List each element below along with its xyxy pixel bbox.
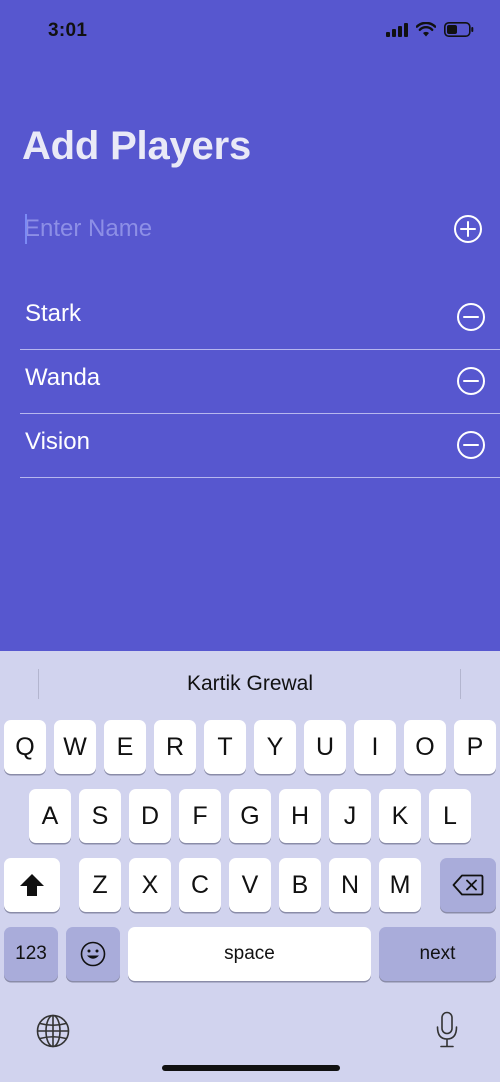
key-g[interactable]: G <box>229 789 271 843</box>
player-name: Stark <box>25 300 82 327</box>
status-time: 3:01 <box>48 20 88 41</box>
key-n[interactable]: N <box>329 858 371 912</box>
key-p[interactable]: P <box>454 720 496 774</box>
text-cursor <box>25 214 27 244</box>
status-icons <box>386 22 474 37</box>
home-indicator[interactable] <box>162 1065 340 1071</box>
key-v[interactable]: V <box>229 858 271 912</box>
player-name: Vision <box>25 428 90 455</box>
key-h[interactable]: H <box>279 789 321 843</box>
globe-icon[interactable] <box>36 1014 70 1048</box>
key-t[interactable]: T <box>204 720 246 774</box>
status-bar: 3:01 <box>0 0 500 60</box>
shift-key[interactable] <box>4 858 60 912</box>
key-d[interactable]: D <box>129 789 171 843</box>
key-s[interactable]: S <box>79 789 121 843</box>
key-m[interactable]: M <box>379 858 421 912</box>
emoji-key[interactable] <box>66 927 120 981</box>
key-y[interactable]: Y <box>254 720 296 774</box>
player-row: Wanda <box>20 350 500 414</box>
battery-icon <box>444 22 474 37</box>
key-j[interactable]: J <box>329 789 371 843</box>
key-r[interactable]: R <box>154 720 196 774</box>
player-name: Wanda <box>25 364 101 391</box>
key-f[interactable]: F <box>179 789 221 843</box>
minus-circle-icon[interactable] <box>456 430 486 460</box>
key-u[interactable]: U <box>304 720 346 774</box>
key-q[interactable]: Q <box>4 720 46 774</box>
key-z[interactable]: Z <box>79 858 121 912</box>
shift-icon <box>20 874 44 896</box>
player-row: Vision <box>20 414 500 478</box>
key-o[interactable]: O <box>404 720 446 774</box>
key-w[interactable]: W <box>54 720 96 774</box>
page-title: Add Players <box>22 124 252 168</box>
suggestion-item[interactable]: Kartik Grewal <box>0 672 500 696</box>
suggestion-bar: Kartik Grewal <box>0 651 500 717</box>
keyboard: Kartik Grewal Q W E R T Y U I O P A S D … <box>0 651 500 1082</box>
player-row: Stark <box>20 286 500 350</box>
signal-icon <box>386 22 408 37</box>
name-input[interactable] <box>24 210 424 248</box>
key-e[interactable]: E <box>104 720 146 774</box>
space-key[interactable]: space <box>128 927 371 981</box>
key-x[interactable]: X <box>129 858 171 912</box>
add-players-screen: 3:01 Add Players Enter Name Stark Wanda … <box>0 0 500 651</box>
plus-circle-icon[interactable] <box>453 214 483 244</box>
suggestion-divider <box>460 669 461 699</box>
key-l[interactable]: L <box>429 789 471 843</box>
microphone-icon[interactable] <box>435 1011 459 1049</box>
backspace-icon <box>452 874 484 896</box>
key-i[interactable]: I <box>354 720 396 774</box>
wifi-icon <box>416 22 436 37</box>
minus-circle-icon[interactable] <box>456 302 486 332</box>
numbers-key[interactable]: 123 <box>4 927 58 981</box>
emoji-icon <box>80 941 106 967</box>
next-key[interactable]: next <box>379 927 496 981</box>
key-b[interactable]: B <box>279 858 321 912</box>
delete-key[interactable] <box>440 858 496 912</box>
key-a[interactable]: A <box>29 789 71 843</box>
key-k[interactable]: K <box>379 789 421 843</box>
key-c[interactable]: C <box>179 858 221 912</box>
minus-circle-icon[interactable] <box>456 366 486 396</box>
